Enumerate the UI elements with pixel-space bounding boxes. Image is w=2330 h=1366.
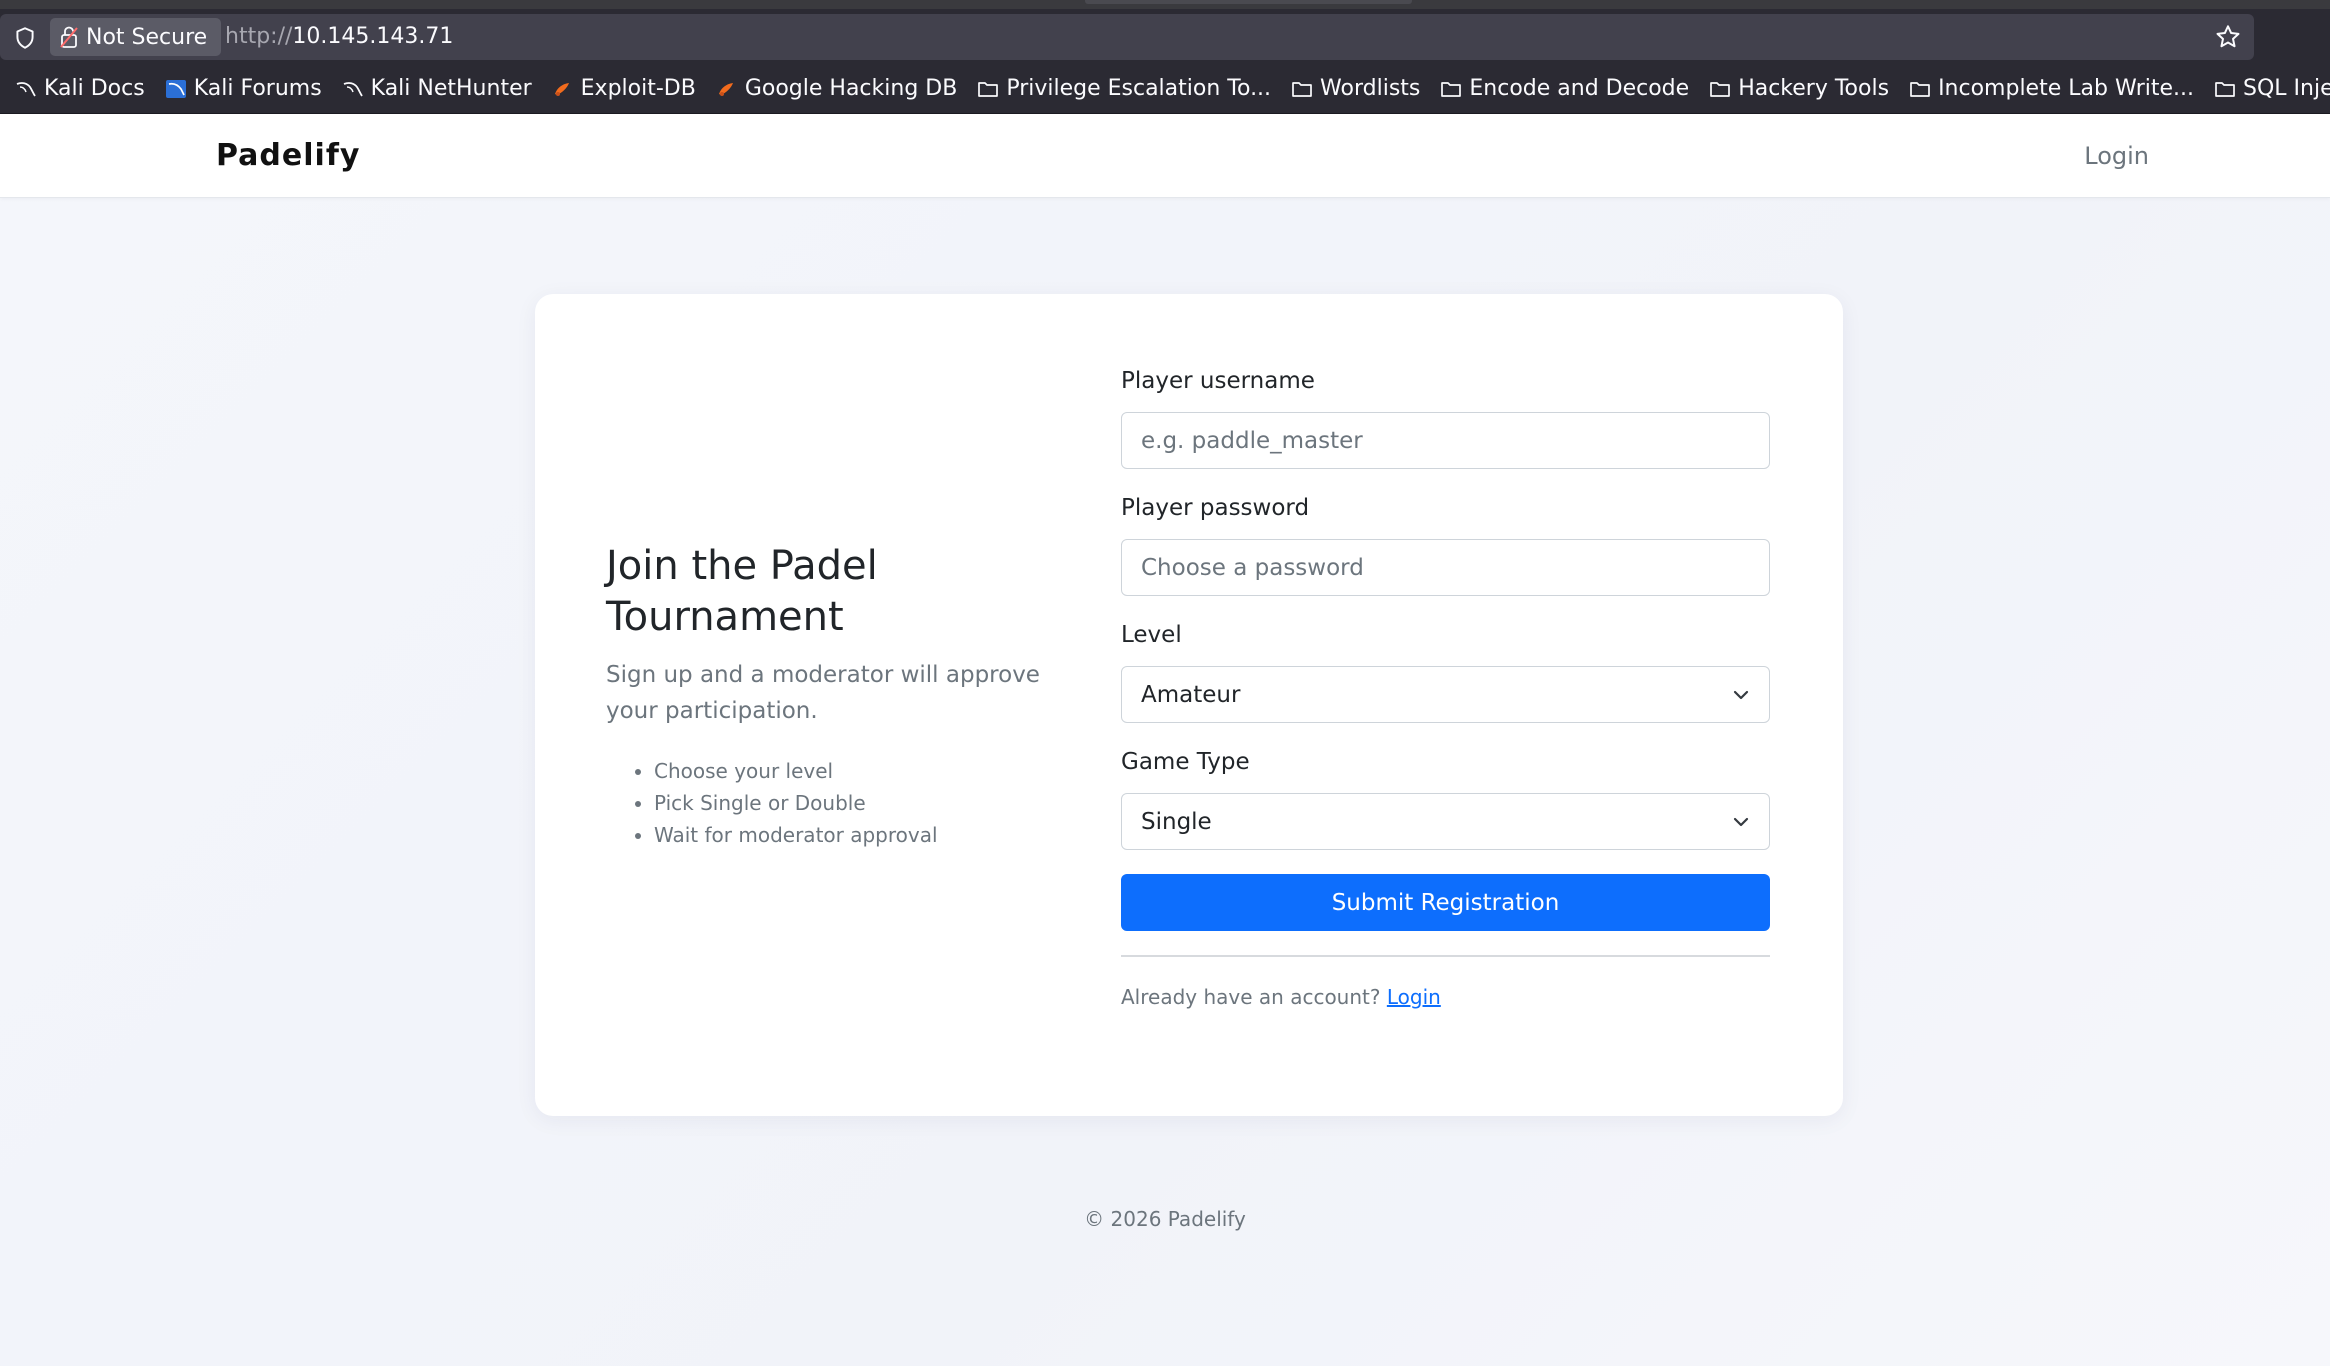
form-divider (1121, 955, 1770, 957)
registration-form: Player username Player password Level Am… (1121, 366, 1770, 1009)
bookmark-item[interactable]: Incomplete Lab Write... (1909, 76, 2194, 101)
bookmark-label: Incomplete Lab Write... (1938, 76, 2195, 101)
page-content: Padelify Login Join the Padel Tournament… (0, 114, 2330, 1366)
submit-registration-button[interactable]: Submit Registration (1121, 874, 1770, 931)
bookmark-item[interactable]: Wordlists (1291, 76, 1420, 101)
bookmark-star-icon[interactable] (2214, 23, 2242, 51)
bookmark-item[interactable]: Privilege Escalation To... (977, 76, 1271, 101)
footer-copyright: © 2026 Padelify (1084, 1207, 1246, 1231)
perk-item: Choose your level (654, 755, 1046, 787)
folder-icon (1709, 79, 1731, 99)
level-select[interactable]: Amateur (1121, 666, 1770, 723)
url-text[interactable]: http://10.145.143.71 (225, 14, 453, 60)
kali-forums-icon (165, 79, 187, 99)
hero-section: Join the Padel Tournament Sign up and a … (606, 541, 1046, 851)
game-type-selected-value: Single (1141, 808, 1212, 835)
folder-icon (2214, 79, 2236, 99)
bookmark-label: Hackery Tools (1738, 76, 1890, 101)
bookmark-label: Privilege Escalation To... (1006, 76, 1272, 101)
bookmark-label: Google Hacking DB (744, 76, 958, 101)
level-selected-value: Amateur (1141, 681, 1241, 708)
bookmark-item[interactable]: Kali Forums (165, 76, 322, 101)
bookmark-label: SQL Injection Tools (2243, 76, 2330, 101)
brand-logo[interactable]: Padelify (216, 114, 360, 198)
registration-card: Join the Padel Tournament Sign up and a … (535, 294, 1843, 1116)
bookmark-label: Kali Forums (193, 76, 322, 101)
level-label: Level (1121, 622, 1182, 648)
perk-item: Pick Single or Double (654, 787, 1046, 819)
bookmark-label: Exploit-DB (580, 76, 696, 101)
username-label: Player username (1121, 368, 1315, 394)
hero-title: Join the Padel Tournament (606, 543, 878, 640)
bookmark-item[interactable]: Kali NetHunter (342, 76, 532, 101)
username-input[interactable] (1121, 412, 1770, 469)
security-indicator[interactable]: Not Secure (50, 18, 222, 56)
bookmark-label: Kali Docs (44, 76, 145, 101)
url-protocol: http:// (225, 24, 293, 49)
folder-icon (1291, 79, 1313, 99)
bookmark-item[interactable]: Encode and Decode (1440, 76, 1689, 101)
nav-login-link[interactable]: Login (2084, 114, 2149, 198)
active-tab-indicator[interactable] (1085, 0, 1412, 4)
shield-icon[interactable] (12, 25, 38, 51)
hero-subtitle: Sign up and a moderator will approve you… (606, 662, 1040, 724)
perks-list: Choose your level Pick Single or Double … (606, 755, 1046, 851)
address-bar[interactable]: Not Secure http://10.145.143.71 (0, 14, 2254, 60)
bookmark-item[interactable]: SQL Injection Tools (2214, 76, 2330, 101)
bookmark-item[interactable]: Hackery Tools (1709, 76, 1889, 101)
browser-toolbar: Not Secure http://10.145.143.71 (0, 9, 2330, 64)
game-type-label: Game Type (1121, 749, 1250, 775)
site-navbar: Padelify Login (0, 114, 2330, 198)
kali-dragon-icon (342, 79, 364, 99)
insecure-lock-icon (60, 26, 78, 48)
bookmark-item[interactable]: Google Hacking DB (716, 76, 957, 101)
url-host: 10.145.143.71 (292, 24, 454, 49)
game-type-field-group: Game Type Single (1121, 747, 1770, 850)
exploit-db-icon (552, 79, 574, 99)
chevron-down-icon (1733, 817, 1749, 827)
username-field-group: Player username (1121, 366, 1770, 469)
folder-icon (1440, 79, 1462, 99)
bookmarks-toolbar: Kali Docs Kali Forums Kali NetHunter Exploi… (0, 64, 2330, 114)
login-hint-text: Already have an account? (1121, 985, 1381, 1009)
login-hint: Already have an account? Login (1121, 985, 1770, 1009)
bookmark-label: Kali NetHunter (370, 76, 532, 101)
browser-tab-strip (0, 0, 2330, 9)
exploit-db-icon (716, 79, 738, 99)
password-label: Player password (1121, 495, 1310, 521)
login-link[interactable]: Login (1387, 985, 1441, 1009)
perk-item: Wait for moderator approval (654, 819, 1046, 851)
folder-icon (1909, 79, 1931, 99)
chevron-down-icon (1733, 690, 1749, 700)
password-input[interactable] (1121, 539, 1770, 596)
kali-dragon-icon (15, 79, 37, 99)
game-type-select[interactable]: Single (1121, 793, 1770, 850)
bookmark-label: Wordlists (1320, 76, 1421, 101)
security-label: Not Secure (86, 24, 208, 50)
bookmark-item[interactable]: Kali Docs (15, 76, 145, 101)
level-field-group: Level Amateur (1121, 620, 1770, 723)
bookmark-label: Encode and Decode (1469, 76, 1690, 101)
folder-icon (977, 79, 999, 99)
bookmark-item[interactable]: Exploit-DB (552, 76, 696, 101)
password-field-group: Player password (1121, 493, 1770, 596)
